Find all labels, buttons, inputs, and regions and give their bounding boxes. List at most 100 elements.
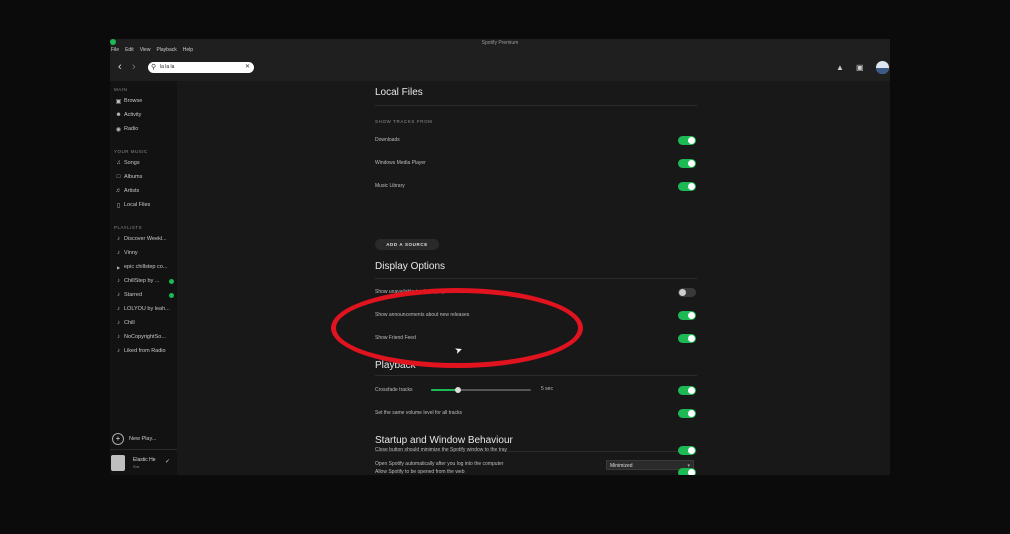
crossfade-slider-handle[interactable] (455, 387, 461, 393)
sidebar-header-your-music: YOUR MUSIC (114, 149, 148, 154)
playlist-item[interactable]: ♪ Vinny (113, 247, 177, 259)
divider (375, 105, 697, 106)
playlist-item[interactable]: ♪ ChillStep by ... (113, 275, 177, 287)
toggle-show-friend-feed[interactable] (678, 334, 696, 343)
sidebar-item-browse[interactable]: ▣ Browse (113, 95, 177, 107)
playlist-item[interactable]: ♪ LOLYOU by leah... (113, 303, 177, 315)
playlist-label: Vinny (124, 250, 138, 256)
toggle-downloads[interactable] (678, 136, 696, 145)
chevron-left-icon[interactable]: ‹ (118, 62, 122, 73)
new-badge (169, 292, 174, 298)
speaker-icon: ♫ (116, 160, 121, 166)
check-icon: ✓ (165, 459, 171, 465)
sidebar-item-label: Browse (124, 98, 143, 104)
music-note-icon: ♪ (117, 348, 120, 354)
menu-view[interactable]: View (140, 47, 151, 53)
source-label-downloads: Downloads (375, 137, 400, 143)
music-note-icon: ♪ (117, 306, 120, 312)
show-tracks-from-label: SHOW TRACKS FROM (375, 119, 433, 124)
playlist-item[interactable]: ♪ Liked from Radio (113, 345, 177, 357)
sidebar-item-albums[interactable]: □ Albums (113, 171, 177, 183)
playlist-item[interactable]: ♪ NoCopyrightSo... (113, 331, 177, 343)
crossfade-value: 5 sec (541, 386, 553, 392)
toggle-music-library[interactable] (678, 182, 696, 191)
music-note-icon: ♪ (117, 278, 120, 284)
toggle-close-to-tray[interactable] (678, 446, 696, 455)
label-crossfade: Crossfade tracks (375, 387, 413, 393)
toggle-crossfade[interactable] (678, 386, 696, 395)
app-title: Spotify Premium (481, 40, 519, 46)
sidebar-item-activity[interactable]: ☻ Activity (113, 109, 177, 121)
close-icon[interactable]: ✕ (245, 62, 250, 73)
album-icon: □ (116, 174, 121, 180)
sidebar-item-artists[interactable]: ♬ Artists (113, 185, 177, 197)
sidebar-item-label: Local Files (124, 202, 151, 208)
chevron-right-icon[interactable]: › (132, 62, 136, 73)
playlist-label: Liked from Radio (124, 348, 166, 354)
user-profile[interactable]: Elastic He Sw ✓ (111, 455, 177, 473)
menu-bar: File Edit View Playback Help (111, 47, 193, 53)
music-note-icon: ♪ (117, 236, 120, 242)
spotify-window: Spotify Premium File Edit View Playback … (110, 39, 890, 475)
playlist-label: epic chillstep co... (124, 264, 168, 270)
playlist-item[interactable]: ♪ Discover Weekl... (113, 233, 177, 245)
sidebar: MAIN ▣ Browse ☻ Activity ◉ Radio YOUR MUSIC… (110, 81, 177, 475)
sidebar-item-songs[interactable]: ♫ Songs (113, 157, 177, 169)
heading-local-files: Local Files (375, 87, 423, 98)
divider (375, 278, 697, 279)
menu-file[interactable]: File (111, 47, 119, 53)
top-bar: ‹ › ⚲ la la la ✕ ▲ ▣ (110, 55, 890, 81)
sidebar-header-playlists: PLAYLISTS (114, 225, 143, 230)
new-playlist-label: New Play... (129, 436, 157, 442)
avatar[interactable] (876, 61, 889, 74)
menu-help[interactable]: Help (183, 47, 193, 53)
title-bar: Spotify Premium File Edit View Playback … (110, 39, 890, 55)
bell-icon[interactable]: ▲ (836, 64, 844, 72)
sidebar-item-label: Albums (124, 174, 143, 180)
toggle-open-from-web[interactable] (678, 468, 696, 475)
music-note-icon: ♪ (117, 334, 120, 340)
divider (375, 375, 697, 376)
music-note-icon: ♪ (117, 250, 120, 256)
play-icon: ▶ (116, 264, 121, 270)
toggle-show-unavailable[interactable] (678, 288, 696, 297)
playlist-item[interactable]: ▶ epic chillstep co... (113, 261, 177, 273)
artist-icon: ♬ (115, 188, 122, 194)
sidebar-header-main: MAIN (114, 87, 128, 92)
playlist-label: LOLYOU by leah... (124, 306, 170, 312)
inbox-icon[interactable]: ▣ (856, 64, 864, 72)
music-note-icon: ♪ (117, 292, 120, 298)
search-icon: ⚲ (151, 64, 157, 71)
activity-icon: ☻ (115, 112, 122, 118)
search-input[interactable]: ⚲ la la la ✕ (148, 62, 254, 73)
browse-icon: ▣ (115, 98, 122, 105)
playlist-label: NoCopyrightSo... (124, 334, 166, 340)
toggle-normalize-volume[interactable] (678, 409, 696, 418)
menu-edit[interactable]: Edit (125, 47, 134, 53)
user-subtitle: Sw (133, 464, 140, 469)
add-source-button[interactable]: ADD A SOURCE (375, 239, 439, 250)
new-playlist-button[interactable]: + New Play... (112, 433, 156, 445)
user-avatar (111, 455, 125, 471)
sidebar-item-local-files[interactable]: ▯ Local Files (113, 199, 177, 211)
label-close-to-tray: Close button should minimize the Spotify… (375, 447, 508, 453)
source-label-music-library: Music Library (375, 183, 405, 189)
toggle-show-announcements[interactable] (678, 311, 696, 320)
toggle-windows-media-player[interactable] (678, 159, 696, 168)
label-autostart: Open Spotify automatically after you log… (375, 461, 504, 467)
source-label-wmp: Windows Media Player (375, 160, 426, 166)
search-value: la la la (160, 64, 175, 70)
sidebar-item-radio[interactable]: ◉ Radio (113, 123, 177, 135)
crossfade-slider[interactable] (431, 387, 531, 393)
menu-playback[interactable]: Playback (156, 47, 176, 53)
playlist-label: Starred (124, 292, 143, 298)
playlist-label: Discover Weekl... (124, 236, 167, 242)
autostart-selected: Minimized (610, 463, 633, 469)
music-note-icon: ♪ (117, 320, 120, 326)
new-badge (169, 278, 174, 284)
label-normalize-volume: Set the same volume level for all tracks (375, 410, 462, 416)
sidebar-item-label: Radio (124, 126, 139, 132)
sidebar-item-label: Artists (124, 188, 140, 194)
playlist-item[interactable]: ♪ Starred (113, 289, 177, 301)
playlist-item[interactable]: ♪ Chill (113, 317, 177, 329)
